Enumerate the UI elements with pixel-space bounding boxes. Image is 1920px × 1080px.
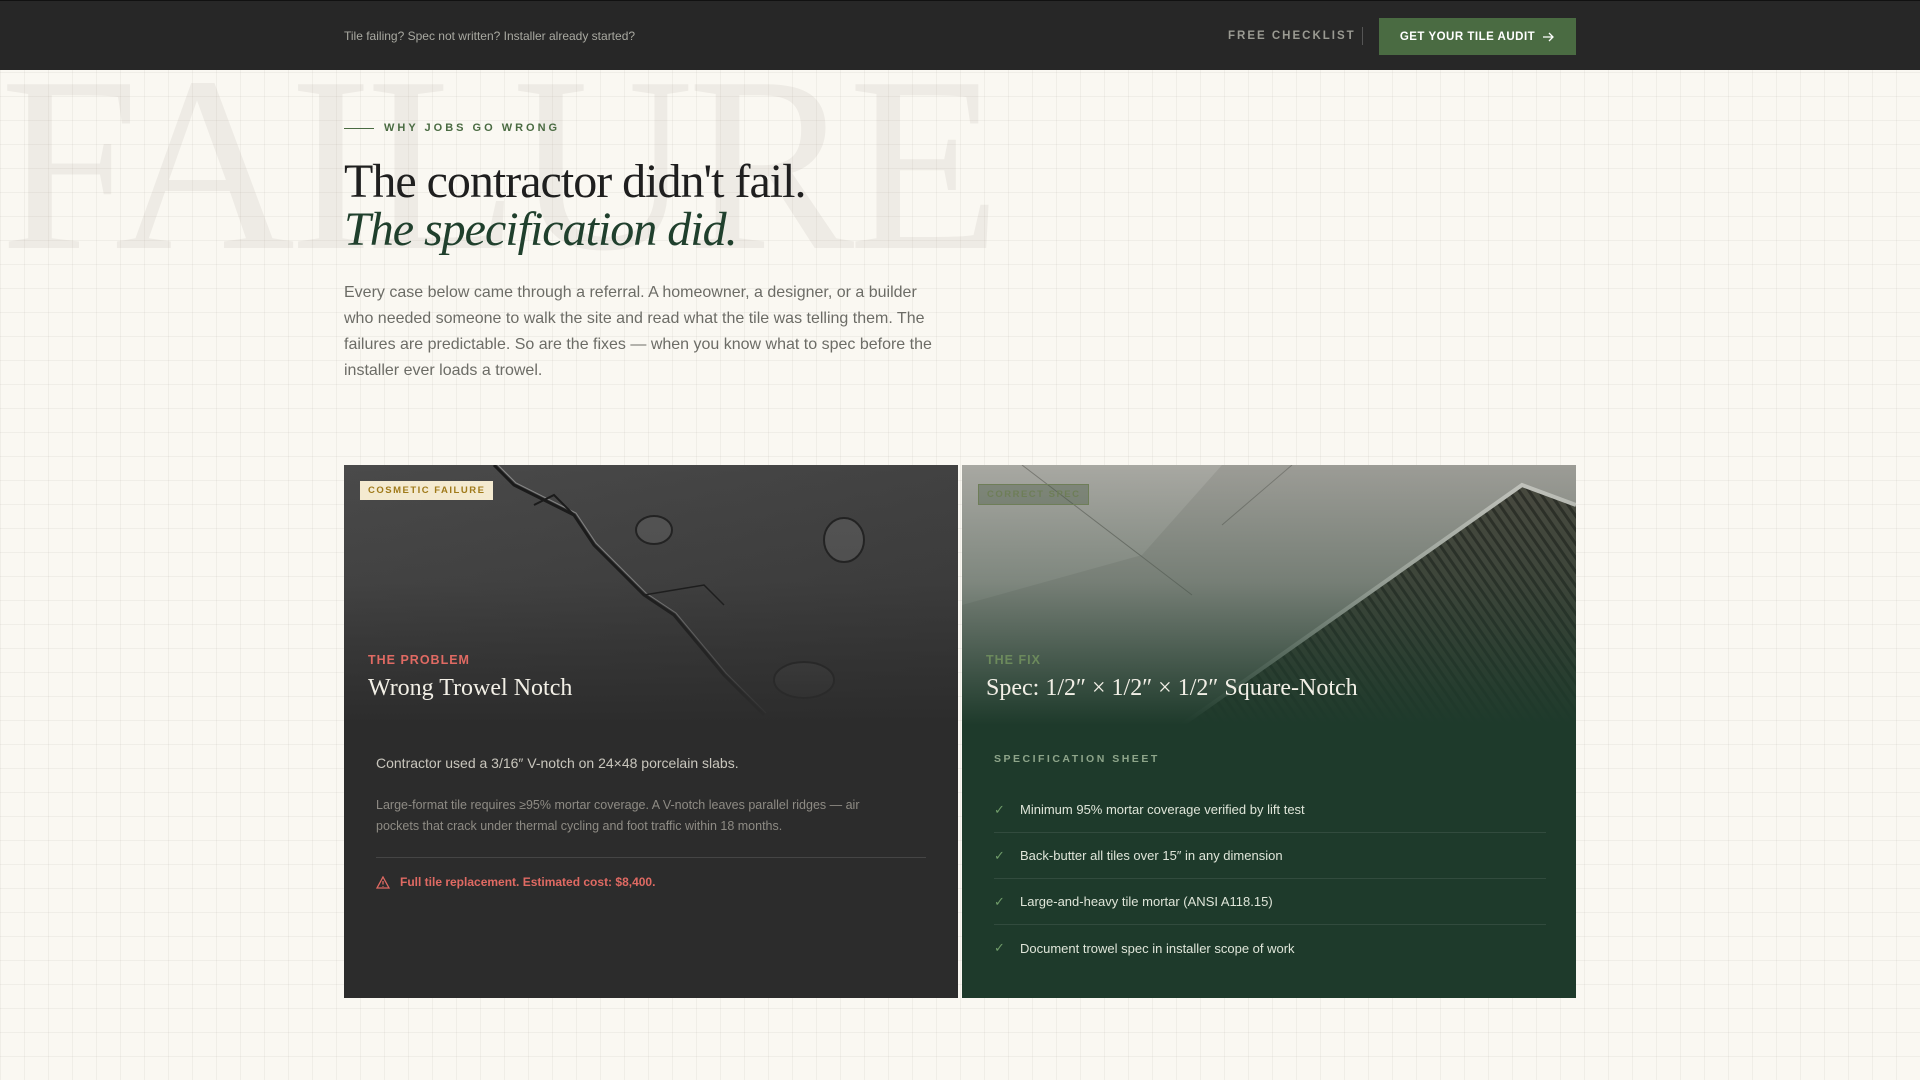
warning-triangle-icon [376,875,390,889]
check-icon: ✓ [994,801,1005,817]
check-icon: ✓ [994,893,1005,909]
page-title: The contractor didn't fail. The specific… [344,155,806,256]
problem-divider [376,857,926,858]
audit-button-label: GET YOUR TILE AUDIT [1399,30,1536,43]
eyebrow-text: WHY JOBS GO WRONG [384,122,561,134]
section-eyebrow: WHY JOBS GO WRONG [344,122,560,134]
problem-lead: Contractor used a 3/16″ V-notch on 24×48… [376,755,739,771]
get-tile-audit-button[interactable]: GET YOUR TILE AUDIT [1379,18,1576,55]
problem-label: THE PROBLEM [368,653,470,667]
spec-item-text: Back-butter all tiles over 15″ in any di… [1020,848,1283,863]
intro-paragraph: Every case below came through a referral… [344,284,932,379]
spec-item-text: Document trowel spec in installer scope … [1020,940,1295,956]
cost-warning: Full tile replacement. Estimated cost: $… [376,875,655,889]
specification-sheet-heading: SPECIFICATION SHEET [994,753,1160,765]
check-icon: ✓ [994,847,1005,863]
spec-item: ✓ Large-and-heavy tile mortar (ANSI A118.… [994,879,1546,925]
spec-item: ✓ Minimum 95% mortar coverage verified by… [994,787,1546,833]
problem-title: Wrong Trowel Notch [368,675,573,701]
fix-card: CORRECT SPEC THE FIX Spec: 1/2″ × 1/2″ ×… [962,465,1576,998]
arrow-right-icon [1543,32,1555,41]
cost-warning-text: Full tile replacement. Estimated cost: $… [400,875,656,889]
cosmetic-failure-badge: COSMETIC FAILURE [360,481,494,500]
correct-spec-badge: CORRECT SPEC [978,484,1090,505]
fix-label: THE FIX [986,653,1041,667]
spec-list: ✓ Minimum 95% mortar coverage verified by… [994,787,1546,971]
spec-item: ✓ Back-butter all tiles over 15″ in any d… [994,833,1546,879]
eyebrow-rule [344,127,374,129]
problem-detail: Large-format tile requires ≥95% mortar c… [376,798,860,833]
problem-card: COSMETIC FAILURE THE PROBLEM Wrong Trowe… [344,465,958,998]
title-line-2: The specification did. [344,203,738,256]
free-checklist-link[interactable]: FREE CHECKLIST [1228,30,1356,42]
spec-item: ✓ Document trowel spec in installer scope… [994,925,1546,971]
spec-item-text: Minimum 95% mortar coverage verified by … [1020,802,1305,817]
spec-item-text: Large-and-heavy tile mortar (ANSI A118.1… [1020,894,1273,909]
fix-title: Spec: 1/2″ × 1/2″ × 1/2″ Square-Notch [986,675,1358,701]
top-bar-divider [1362,27,1363,45]
title-line-1: The contractor didn't fail. [344,155,806,208]
check-icon: ✓ [994,940,1005,955]
